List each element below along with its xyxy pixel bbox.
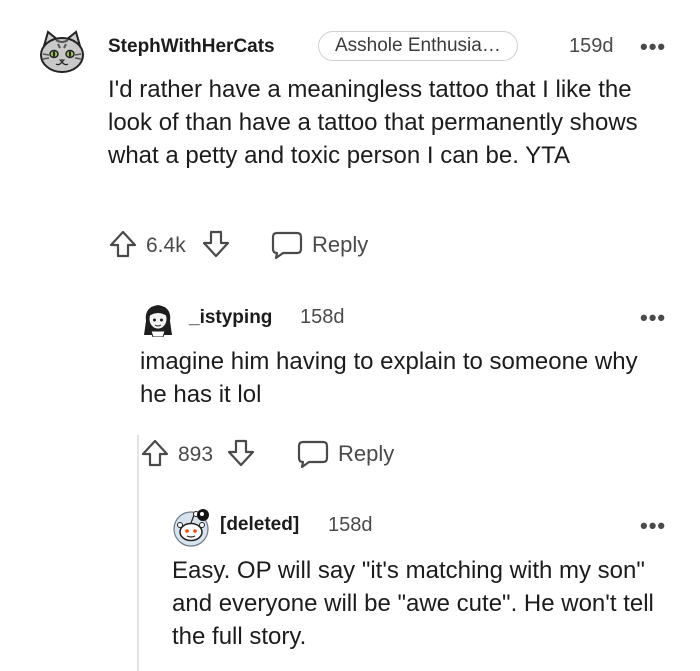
upvote-icon[interactable] [140, 438, 170, 468]
reply-button[interactable]: Reply [297, 437, 407, 471]
username[interactable]: StephWithHerCats [108, 36, 275, 58]
more-options-icon[interactable]: ••• [640, 307, 666, 329]
speech-bubble-icon [271, 230, 303, 260]
username: [deleted] [220, 514, 300, 535]
upvote-icon[interactable] [108, 229, 138, 259]
more-options-icon[interactable]: ••• [640, 36, 666, 58]
comment-body: Easy. OP will say "it's matching with my… [172, 557, 654, 650]
vote-count: 6.4k [146, 234, 186, 257]
downvote-icon[interactable] [201, 229, 231, 259]
username[interactable]: _istyping [189, 307, 272, 329]
more-options-icon[interactable]: ••• [640, 515, 666, 537]
timestamp: 158d [300, 306, 345, 328]
downvote-icon[interactable] [226, 438, 256, 468]
reply-label: Reply [312, 232, 369, 257]
reply-label: Reply [338, 441, 395, 466]
timestamp: 158d [328, 514, 373, 536]
cat-avatar-icon[interactable] [38, 28, 86, 76]
reply-button[interactable]: Reply [271, 228, 381, 262]
speech-bubble-icon [297, 439, 329, 469]
timestamp: 159d [569, 35, 614, 57]
user-flair: Asshole Enthusia… [318, 31, 518, 61]
girl-avatar-icon[interactable] [140, 301, 176, 337]
vote-count: 893 [178, 443, 214, 466]
snoo-avatar-icon[interactable] [171, 507, 211, 547]
comment-body: I'd rather have a meaningless tattoo tha… [108, 76, 638, 169]
thread-line[interactable] [137, 435, 139, 671]
comment-body: imagine him having to explain to someone… [140, 348, 638, 408]
